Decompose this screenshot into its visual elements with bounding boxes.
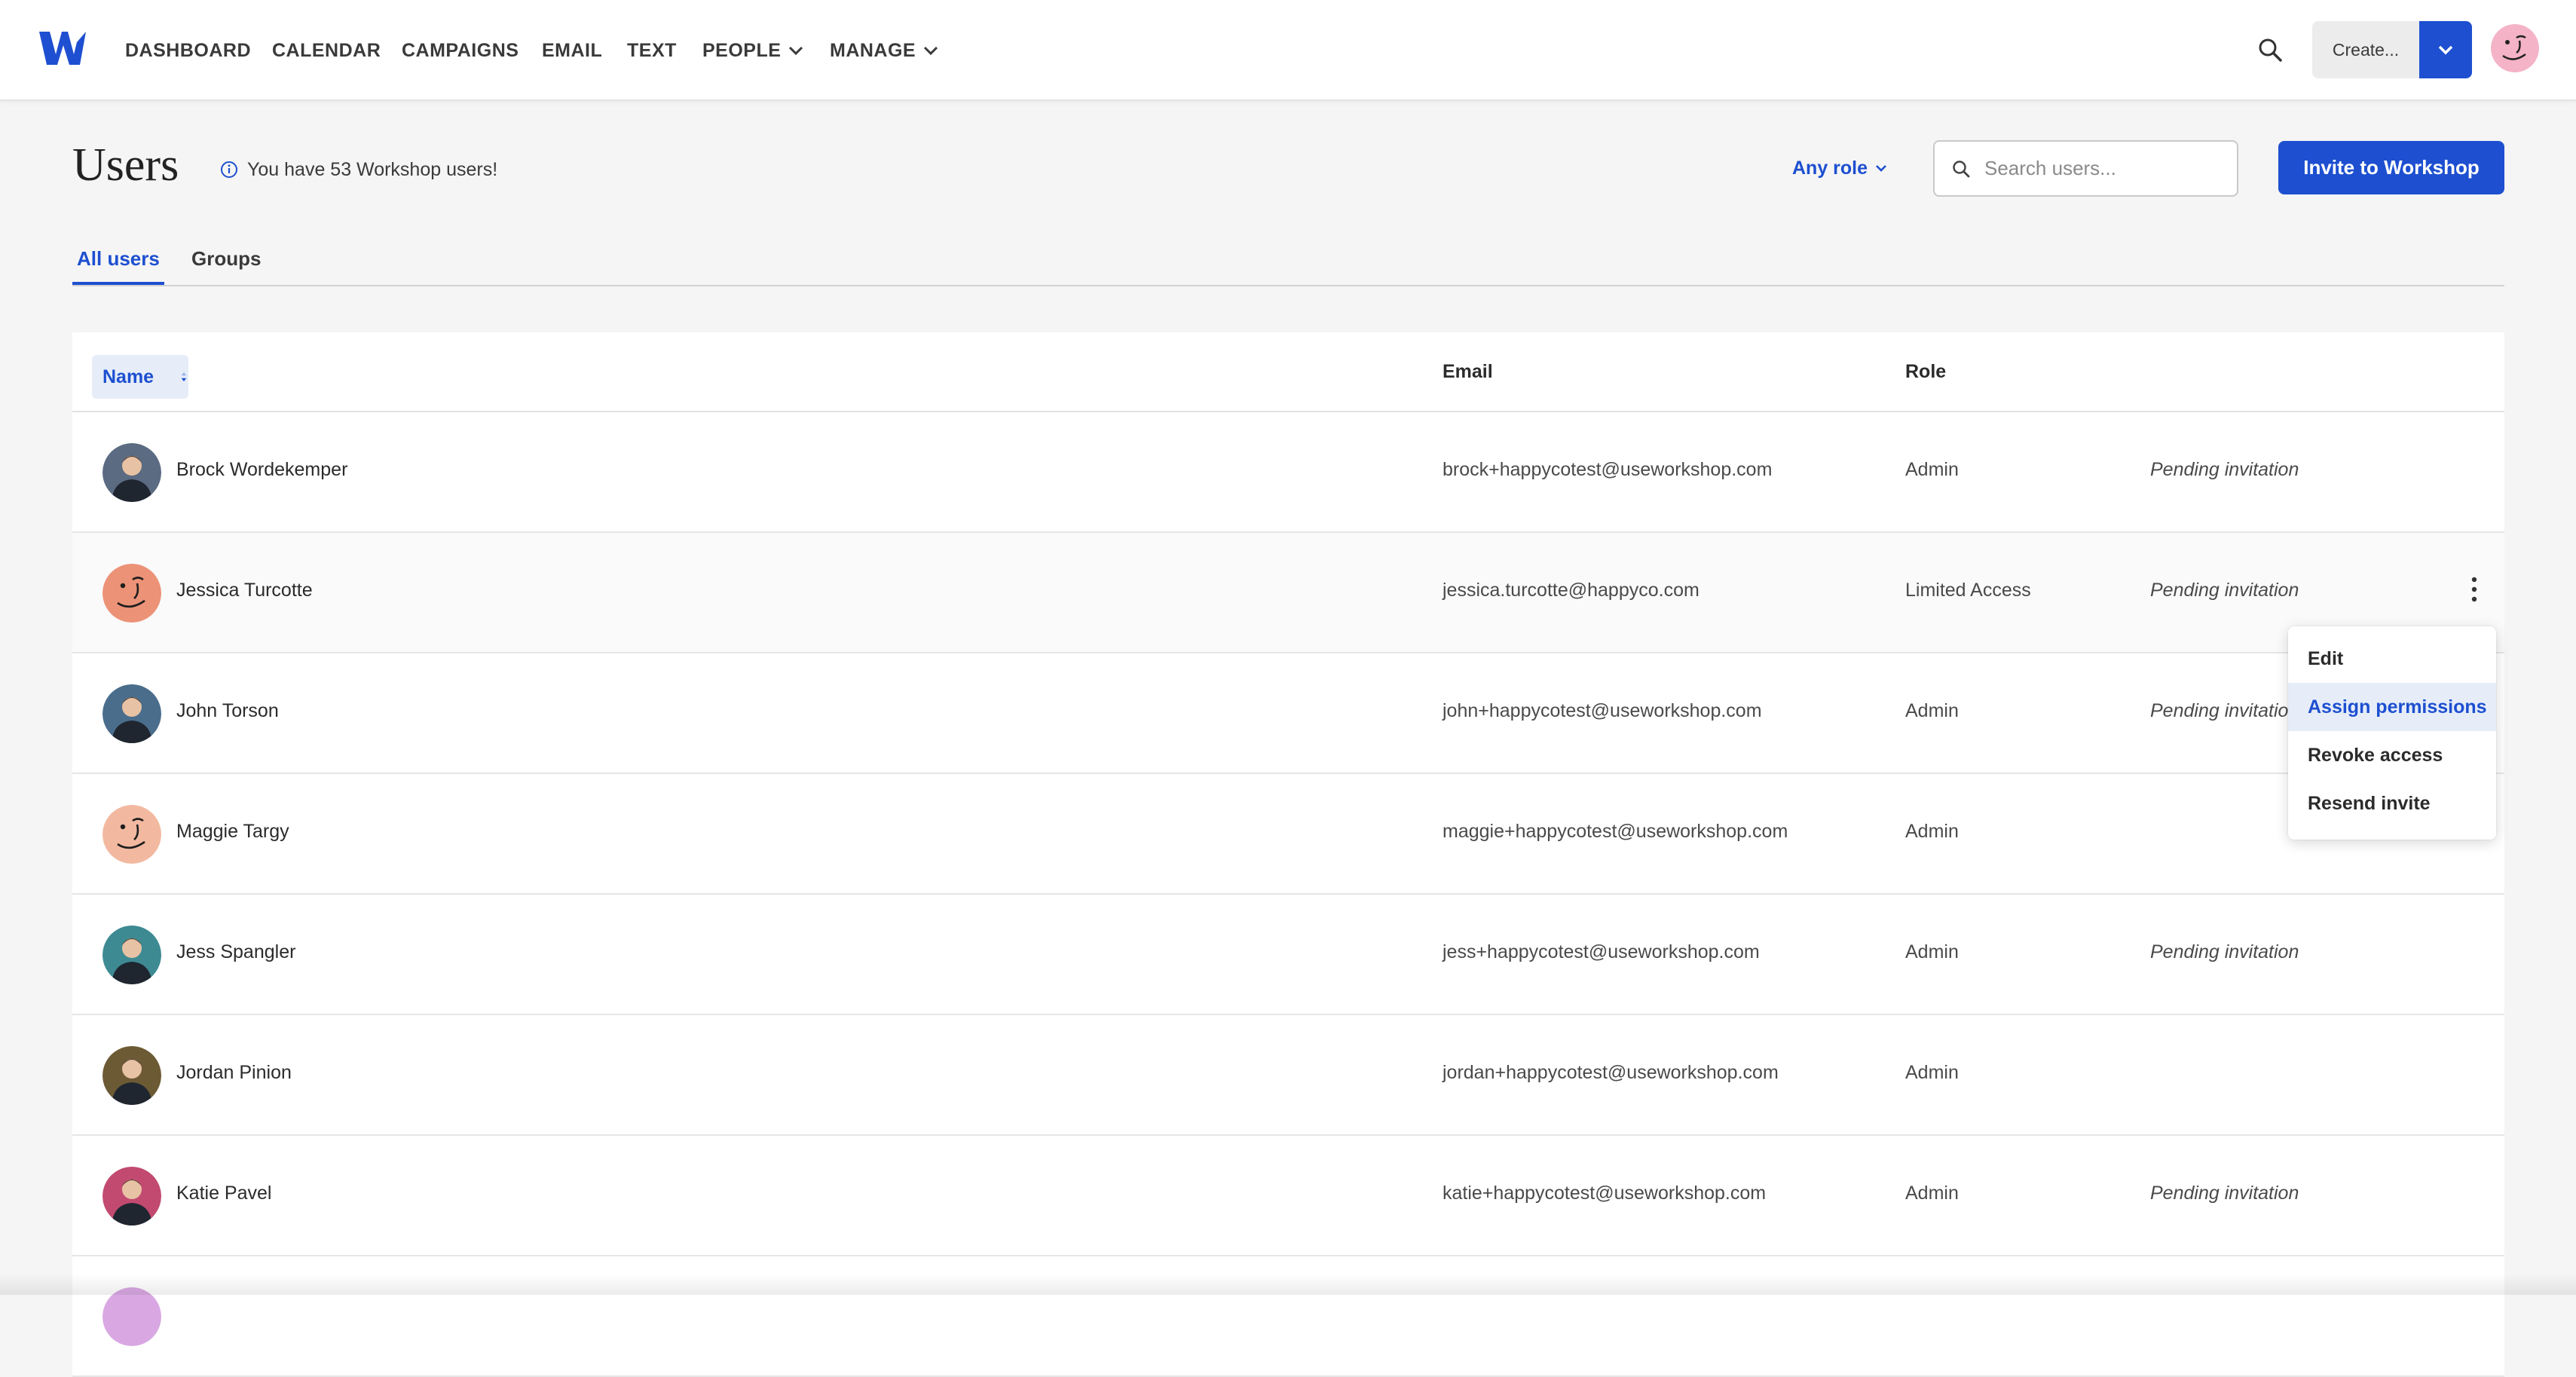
search-users-input[interactable]: [1984, 157, 2226, 180]
avatar: [102, 443, 161, 502]
search-icon[interactable]: [2256, 35, 2284, 64]
top-navigation: DASHBOARD CALENDAR CAMPAIGNS EMAIL TEXT …: [0, 0, 2576, 101]
table-row[interactable]: Brock Wordekemper brock+happycotest@usewo…: [72, 412, 2504, 533]
menu-item-revoke-access[interactable]: Revoke access: [2288, 731, 2496, 779]
user-role: Admin: [1905, 821, 1959, 842]
workshop-logo-icon[interactable]: [38, 29, 87, 68]
nav-text[interactable]: TEXT: [627, 36, 677, 65]
user-role: Admin: [1905, 1183, 1959, 1204]
users-count-note: You have 53 Workshop users!: [220, 157, 497, 182]
chevron-down-icon: [789, 46, 803, 56]
avatar: [102, 805, 161, 864]
name-column-sort[interactable]: Name: [92, 355, 188, 399]
user-role: Admin: [1905, 700, 1959, 721]
users-count-text: You have 53 Workshop users!: [247, 158, 498, 180]
avatar: [102, 926, 161, 984]
invitation-status: Pending invitation: [2150, 580, 2299, 601]
avatar: [102, 1167, 161, 1226]
menu-item-edit[interactable]: Edit: [2288, 635, 2496, 683]
avatar: [102, 1046, 161, 1105]
invitation-status: Pending invitation: [2150, 1183, 2299, 1204]
role-filter-dropdown[interactable]: Any role: [1792, 153, 1887, 183]
page-title: Users: [72, 139, 179, 191]
user-email: jordan+happycotest@useworkshop.com: [1442, 1062, 1779, 1083]
user-role: Admin: [1905, 941, 1959, 962]
user-name: Katie Pavel: [176, 1183, 272, 1204]
user-name: John Torson: [176, 700, 279, 721]
email-column-header: Email: [1442, 361, 1493, 382]
table-header: Name Email Role: [72, 332, 2504, 412]
invitation-status: Pending invitation: [2150, 459, 2299, 480]
nav-people-label: PEOPLE: [702, 39, 782, 61]
user-name: Brock Wordekemper: [176, 459, 348, 480]
create-menu: Create...: [2312, 21, 2472, 78]
menu-item-resend-invite[interactable]: Resend invite: [2288, 779, 2496, 828]
nav-campaigns[interactable]: CAMPAIGNS: [402, 36, 519, 65]
user-name: Jessica Turcotte: [176, 580, 313, 601]
nav-email-label: EMAIL: [542, 39, 603, 61]
chevron-down-icon: [2438, 45, 2453, 55]
more-options-icon[interactable]: [2465, 573, 2483, 606]
table-row[interactable]: Maggie Targy maggie+happycotest@useworksh…: [72, 774, 2504, 895]
user-email: john+happycotest@useworkshop.com: [1442, 700, 1762, 721]
avatar: [102, 564, 161, 623]
nav-calendar-label: CALENDAR: [272, 39, 381, 61]
tab-all-users[interactable]: All users: [72, 247, 164, 285]
nav-people[interactable]: PEOPLE: [702, 36, 803, 65]
nav-email[interactable]: EMAIL: [542, 36, 602, 65]
user-role: Limited Access: [1905, 580, 2031, 601]
info-icon: [221, 161, 237, 178]
nav-text-label: TEXT: [627, 39, 677, 61]
tab-groups[interactable]: Groups: [187, 247, 265, 285]
invitation-status: Pending invitation: [2150, 941, 2299, 962]
current-user-avatar[interactable]: [2491, 24, 2539, 72]
user-email: jess+happycotest@useworkshop.com: [1442, 941, 1760, 962]
user-email: maggie+happycotest@useworkshop.com: [1442, 821, 1788, 842]
user-role: Admin: [1905, 459, 1959, 480]
role-column-header: Role: [1905, 361, 1947, 382]
chevron-down-icon: [1876, 165, 1886, 172]
user-role: Admin: [1905, 1062, 1959, 1083]
user-name: Jordan Pinion: [176, 1062, 292, 1083]
table-row[interactable]: John Torson john+happycotest@useworkshop.…: [72, 653, 2504, 774]
users-table: Name Email Role Brock Wordekemper brock+h…: [72, 332, 2504, 1377]
nav-campaigns-label: CAMPAIGNS: [402, 39, 519, 61]
create-dropdown-button[interactable]: [2419, 21, 2472, 78]
nav-manage-label: MANAGE: [830, 39, 916, 61]
nav-dashboard[interactable]: DASHBOARD: [125, 36, 251, 65]
invite-to-workshop-button[interactable]: Invite to Workshop: [2278, 141, 2504, 194]
search-users-box: [1933, 140, 2238, 197]
avatar: [102, 1287, 161, 1346]
table-row[interactable]: Jess Spangler jess+happycotest@useworksho…: [72, 895, 2504, 1015]
user-email: brock+happycotest@useworkshop.com: [1442, 459, 1773, 480]
invitation-status: Pending invitation: [2150, 700, 2299, 721]
table-row[interactable]: Jordan Pinion jordan+happycotest@useworks…: [72, 1015, 2504, 1136]
table-row[interactable]: Jessica Turcotte jessica.turcotte@happyco…: [72, 533, 2504, 653]
user-tabs: All users Groups: [72, 240, 2504, 286]
user-name: Jess Spangler: [176, 941, 296, 962]
search-icon: [1953, 160, 1970, 177]
nav-manage[interactable]: MANAGE: [830, 36, 938, 65]
nav-dashboard-label: DASHBOARD: [125, 39, 251, 61]
user-email: katie+happycotest@useworkshop.com: [1442, 1183, 1767, 1204]
nav-calendar[interactable]: CALENDAR: [272, 36, 381, 65]
user-email: jessica.turcotte@happyco.com: [1442, 580, 1699, 601]
user-name: Maggie Targy: [176, 821, 289, 842]
name-column-header: Name: [102, 366, 154, 387]
sort-icon: [181, 372, 187, 381]
row-actions-menu: Edit Assign permissions Revoke access Re…: [2288, 626, 2496, 840]
role-filter-label: Any role: [1792, 157, 1868, 179]
avatar: [102, 684, 161, 743]
create-button[interactable]: Create...: [2312, 21, 2419, 78]
chevron-down-icon: [924, 46, 938, 56]
scroll-shadow: [0, 1274, 2576, 1295]
menu-item-assign-permissions[interactable]: Assign permissions: [2288, 683, 2496, 731]
table-row[interactable]: Katie Pavel katie+happycotest@useworkshop…: [72, 1136, 2504, 1256]
